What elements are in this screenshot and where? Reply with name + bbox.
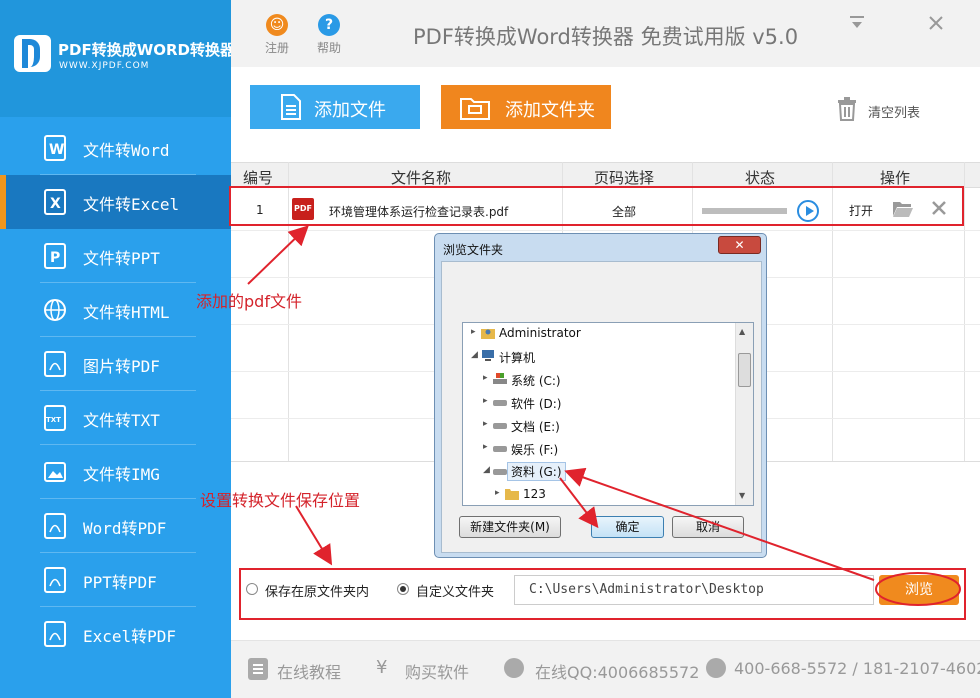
yen-icon: ¥ (376, 657, 388, 678)
svg-text:W: W (49, 142, 64, 158)
pdf-icon (44, 513, 66, 539)
drive-icon (493, 446, 507, 452)
dialog-ok-button[interactable]: 确定 (591, 516, 664, 538)
computer-icon (482, 350, 494, 361)
dialog-cancel-button[interactable]: 取消 (672, 516, 744, 538)
add-file-label: 添加文件 (314, 100, 386, 121)
drive-icon (493, 400, 507, 406)
add-file-button[interactable]: 添加文件 (250, 85, 420, 129)
app-logo-area: PDF转换成WORD转换器 WWW.XJPDF.COM (0, 0, 235, 117)
sidebar-item-excel[interactable]: X 文件转Excel (0, 175, 231, 229)
app-logo-icon (14, 35, 51, 72)
col-header-actions: 操作 (880, 169, 911, 187)
app-logo-title: PDF转换成WORD转换器 (58, 41, 235, 59)
new-folder-button[interactable]: 新建文件夹(M) (459, 516, 561, 538)
browse-folder-dialog: 浏览文件夹 ✕ ▸ Administrator ◢ 计算机 ▸ 系统 (C:) … (434, 233, 767, 558)
sidebar-item-word-to-pdf[interactable]: Word转PDF (0, 499, 231, 553)
dialog-close-button[interactable]: ✕ (718, 236, 761, 254)
sidebar-item-label: 文件转HTML (83, 303, 170, 322)
online-qq-text: 在线QQ:4006685572 (535, 663, 700, 682)
table-header: 编号 文件名称 页码选择 状态 操作 (231, 162, 980, 188)
sidebar-item-label: Excel转PDF (83, 627, 177, 646)
close-icon[interactable] (928, 14, 944, 37)
sidebar-item-label: 图片转PDF (83, 357, 160, 376)
qq-icon (504, 658, 524, 678)
sidebar-item-excel-to-pdf[interactable]: Excel转PDF (0, 607, 231, 661)
highlight-save-area (239, 568, 966, 620)
user-icon: ☺ (266, 14, 288, 36)
buy-software-link[interactable]: 购买软件 (405, 659, 469, 683)
highlight-added-file (229, 186, 964, 226)
phone-text: 400-668-5572 / 181-2107-4602 (734, 659, 980, 678)
dialog-body: ▸ Administrator ◢ 计算机 ▸ 系统 (C:) ▸ 软件 (D:… (441, 261, 762, 553)
annotation-set-save-location: 设置转换文件保存位置 (200, 491, 361, 510)
sidebar-item-label: 文件转IMG (83, 465, 160, 484)
word-icon: W (44, 135, 66, 161)
drive-icon (493, 423, 507, 429)
sidebar-item-ppt[interactable]: P 文件转PPT (0, 229, 231, 283)
excel-icon: X (44, 189, 66, 215)
user-folder-icon (481, 329, 495, 339)
sidebar-item-label: 文件转PPT (83, 249, 160, 268)
svg-text:X: X (50, 196, 61, 212)
folder-icon (460, 98, 490, 120)
trash-icon (838, 97, 856, 121)
col-header-pages: 页码选择 (594, 169, 655, 187)
drive-icon (493, 469, 507, 475)
clear-list-label: 清空列表 (868, 106, 921, 121)
col-header-status: 状态 (745, 169, 776, 187)
sidebar-nav: W 文件转Word X 文件转Excel P 文件转PPT 文件转HTML 图片… (0, 121, 231, 661)
annotation-added-pdf: 添加的pdf文件 (196, 292, 302, 311)
globe-icon (44, 299, 66, 321)
scroll-up-icon[interactable]: ▲ (739, 327, 745, 336)
col-header-index: 编号 (243, 169, 274, 187)
scroll-thumb[interactable] (738, 353, 751, 387)
clear-list-button[interactable]: 清空列表 (836, 97, 920, 125)
help-button[interactable]: ? 帮助 (309, 14, 349, 56)
help-icon: ? (318, 14, 340, 36)
sidebar: PDF转换成WORD转换器 WWW.XJPDF.COM W 文件转Word X … (0, 0, 235, 698)
minimize-icon[interactable] (849, 14, 865, 37)
sidebar-item-label: 文件转Word (83, 141, 170, 160)
document-icon (281, 94, 301, 120)
add-folder-label: 添加文件夹 (505, 100, 595, 121)
help-label: 帮助 (316, 41, 341, 55)
scroll-down-icon[interactable]: ▼ (739, 491, 745, 500)
phone-icon (706, 658, 726, 678)
ppt-icon: P (44, 243, 66, 269)
sidebar-item-img[interactable]: 文件转IMG (0, 445, 231, 499)
tree-scrollbar[interactable]: ▲ ▼ (735, 323, 753, 505)
pdf-icon (44, 351, 66, 377)
col-header-filename: 文件名称 (391, 169, 452, 187)
register-label: 注册 (264, 41, 289, 55)
sidebar-item-ppt-to-pdf[interactable]: PPT转PDF (0, 553, 231, 607)
pdf-icon (44, 621, 66, 647)
sidebar-item-img-to-pdf[interactable]: 图片转PDF (0, 337, 231, 391)
sidebar-item-label: 文件转TXT (83, 411, 160, 430)
svg-text:TXT: TXT (46, 416, 61, 424)
svg-text:P: P (50, 250, 60, 266)
sidebar-item-label: Word转PDF (83, 519, 167, 538)
title-bar: ☺ 注册 ? 帮助 PDF转换成Word转换器 免费试用版 v5.0 (231, 0, 980, 67)
tutorial-icon (248, 658, 268, 680)
system-drive-icon (493, 373, 507, 384)
register-button[interactable]: ☺ 注册 (257, 14, 297, 56)
dialog-title: 浏览文件夹 (443, 243, 504, 257)
add-folder-button[interactable]: 添加文件夹 (441, 85, 611, 129)
folder-icon (505, 489, 519, 500)
online-tutorial-link[interactable]: 在线教程 (277, 659, 341, 683)
txt-icon: TXT (44, 405, 66, 431)
app-logo-url: WWW.XJPDF.COM (59, 61, 150, 71)
footer: 在线教程 ¥ 购买软件 在线QQ:4006685572 400-668-5572… (231, 640, 980, 698)
sidebar-item-txt[interactable]: TXT 文件转TXT (0, 391, 231, 445)
sidebar-item-label: PPT转PDF (83, 573, 157, 592)
sidebar-item-label: 文件转Excel (83, 195, 180, 214)
folder-tree: ▸ Administrator ◢ 计算机 ▸ 系统 (C:) ▸ 软件 (D:… (462, 322, 754, 506)
pdf-icon (44, 567, 66, 593)
sidebar-item-word[interactable]: W 文件转Word (0, 121, 231, 175)
window-title: PDF转换成Word转换器 免费试用版 v5.0 (413, 25, 799, 49)
image-icon (44, 462, 66, 482)
